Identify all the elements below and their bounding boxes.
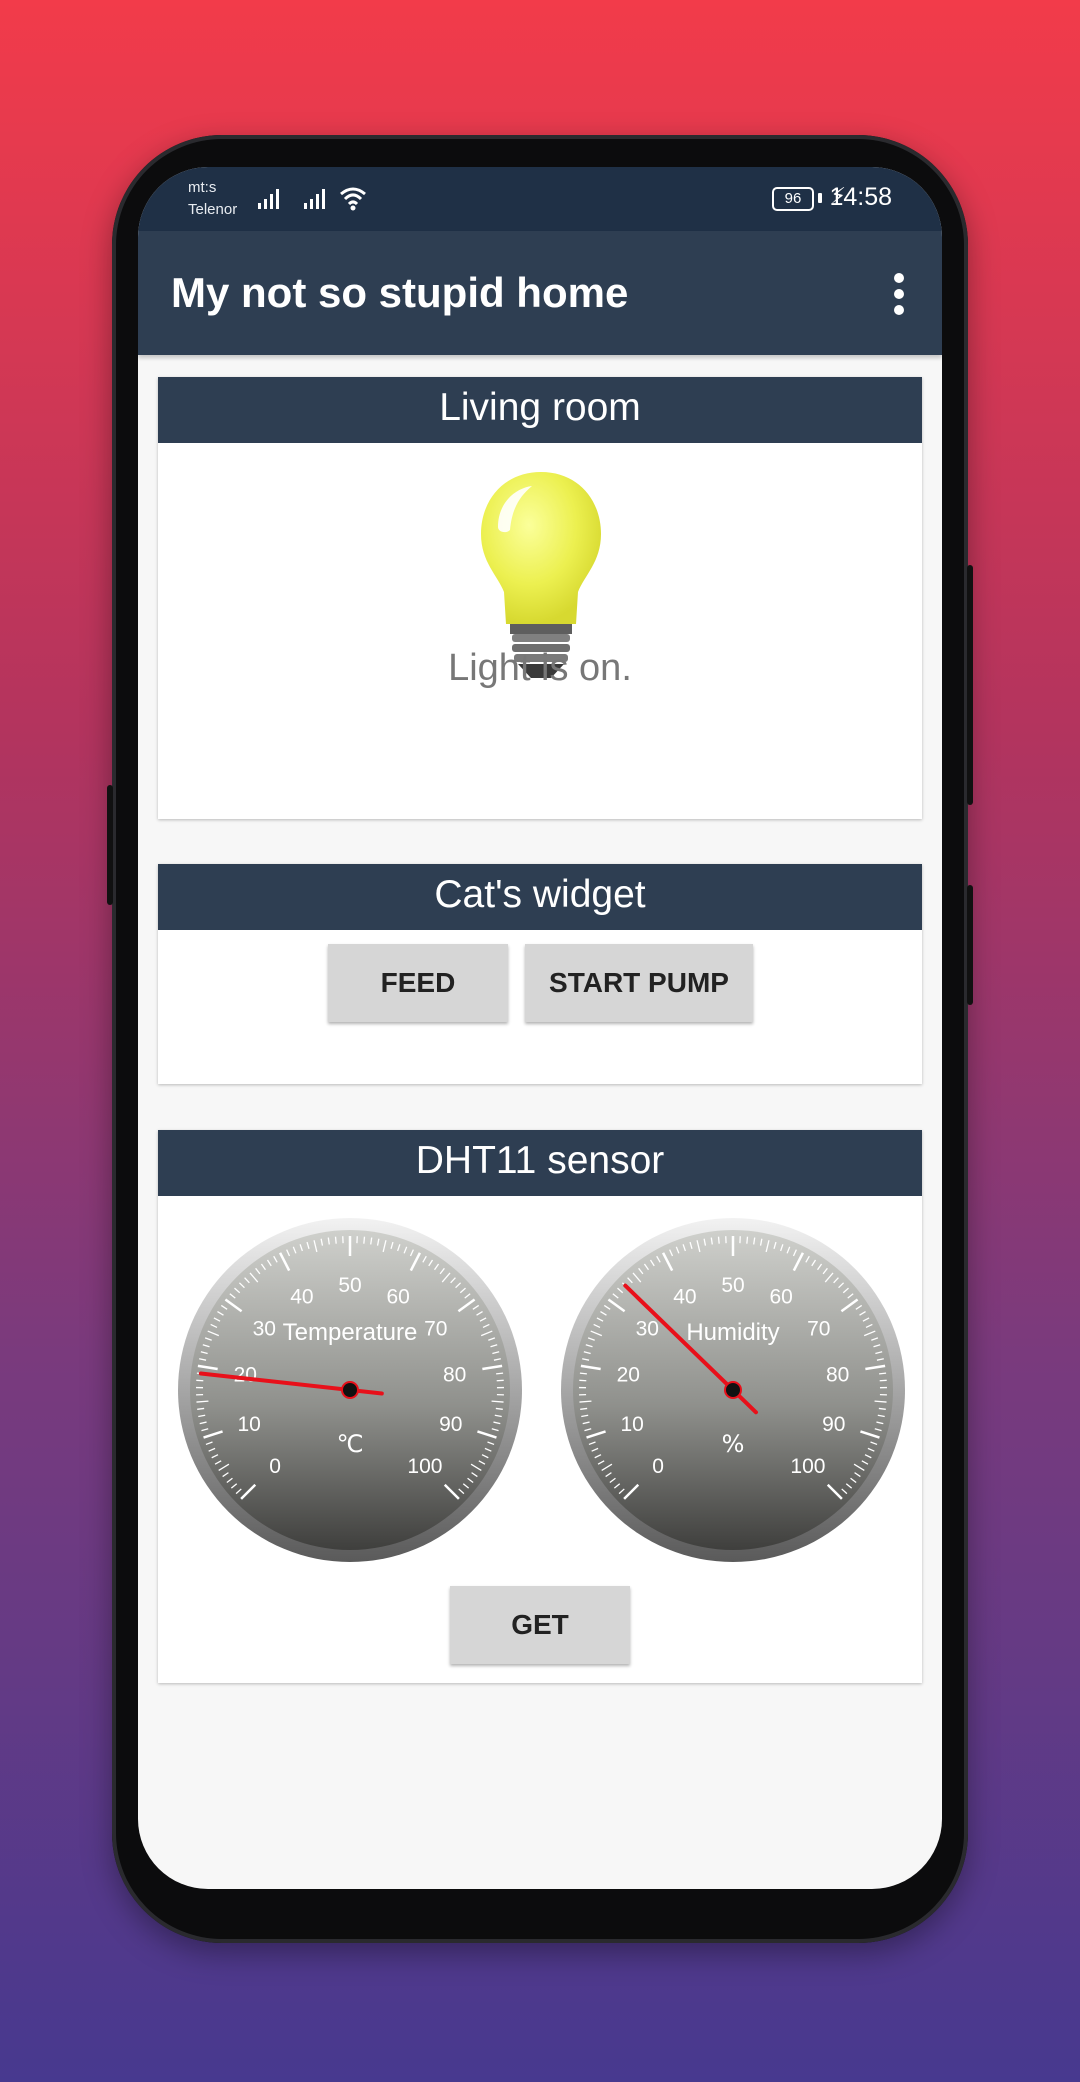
clock: 14:58	[829, 183, 892, 211]
gauge-tick-label: 40	[673, 1286, 696, 1309]
gauge-tick	[495, 1407, 503, 1410]
gauge-tick-label: 20	[617, 1363, 640, 1386]
gauge-tick-label: 0	[269, 1455, 281, 1478]
start-pump-button[interactable]: START PUMP	[525, 944, 753, 1022]
gauge-tick	[746, 1236, 749, 1244]
screen: mt:s Telenor 96 ⚡ 14:58 My not so stupid…	[138, 167, 942, 1889]
app-title: My not so stupid home	[171, 269, 629, 316]
app-bar: My not so stupid home	[138, 231, 942, 355]
volume-button	[107, 785, 113, 905]
wifi-icon	[340, 187, 366, 211]
gauge-tick-label: 40	[290, 1286, 313, 1309]
status-bar: mt:s Telenor 96 ⚡ 14:58	[138, 167, 942, 231]
gauge-label: Temperature	[283, 1319, 418, 1346]
gauge-tick-label: 60	[386, 1286, 409, 1309]
signal-icon	[258, 189, 279, 209]
gauge-tick-label: 90	[439, 1413, 462, 1436]
gauge-tick	[878, 1407, 886, 1410]
power-button	[967, 565, 973, 805]
gauge-tick-label: 100	[790, 1455, 825, 1478]
gauge-tick-label: 70	[807, 1318, 830, 1341]
living-room-title: Living room	[158, 377, 922, 443]
battery-icon: 96	[772, 187, 814, 211]
gauge-tick	[879, 1372, 887, 1375]
gauge-tick	[363, 1236, 366, 1244]
gauge-tick-label: 80	[826, 1363, 849, 1386]
gauge-tick	[496, 1372, 504, 1375]
gauge-tick	[580, 1407, 588, 1410]
gauge-tick-label: 50	[338, 1274, 361, 1297]
carrier-name-2: Telenor	[188, 201, 238, 218]
gauge-unit: %	[722, 1430, 745, 1458]
cats-widget-card: Cat's widget FEED START PUMP	[158, 864, 922, 1084]
get-button[interactable]: GET	[450, 1586, 630, 1664]
gauge-tick-label: 20	[234, 1363, 257, 1386]
gauge-tick	[197, 1407, 205, 1410]
temperature-gauge: 0 10 20 30 40 50 60 70 80 90 100 Temperature ℃	[178, 1218, 522, 1562]
gauge-tick-label: 100	[407, 1455, 442, 1478]
signal-icon-2	[304, 189, 325, 209]
gauge-hub	[341, 1381, 359, 1399]
gauge-tick	[334, 1236, 337, 1244]
gauge-tick-label: 10	[238, 1413, 261, 1436]
phone-frame: mt:s Telenor 96 ⚡ 14:58 My not so stupid…	[107, 135, 973, 1943]
gauge-tick	[579, 1372, 587, 1375]
gauge-tick-label: 30	[253, 1318, 276, 1341]
more-vert-icon[interactable]	[891, 273, 907, 317]
humidity-gauge: 0 10 20 30 40 50 60 70 80 90 100 Humidity%	[561, 1218, 905, 1562]
sensor-title: DHT11 sensor	[158, 1130, 922, 1196]
gauge-tick-label: 30	[636, 1318, 659, 1341]
gauge-tick-label: 0	[652, 1455, 664, 1478]
gauge-hub	[724, 1381, 742, 1399]
gauge-tick-label: 70	[424, 1318, 447, 1341]
gauge-tick-label: 10	[621, 1413, 644, 1436]
feed-button[interactable]: FEED	[328, 944, 508, 1022]
side-button	[967, 885, 973, 1005]
battery-tip	[818, 193, 822, 203]
gauge-tick	[717, 1236, 720, 1244]
gauge-label: Humidity	[686, 1319, 779, 1346]
carrier-name: mt:s	[188, 179, 217, 196]
gauge-unit: ℃	[337, 1430, 364, 1458]
living-room-card: Living room Light is on.	[158, 377, 922, 819]
dht11-sensor-card: DHT11 sensor 0 10 20 30 40 50 60 70 80 90 100 Tempe…	[158, 1130, 922, 1683]
light-status: Light is on.	[448, 647, 632, 689]
gauge-tick-label: 60	[769, 1286, 792, 1309]
gauge-tick-label: 80	[443, 1363, 466, 1386]
carrier: mt:s Telenor	[188, 177, 237, 221]
cats-widget-title: Cat's widget	[158, 864, 922, 930]
gauge-tick-label: 50	[721, 1274, 744, 1297]
gauge-tick-label: 90	[822, 1413, 845, 1436]
